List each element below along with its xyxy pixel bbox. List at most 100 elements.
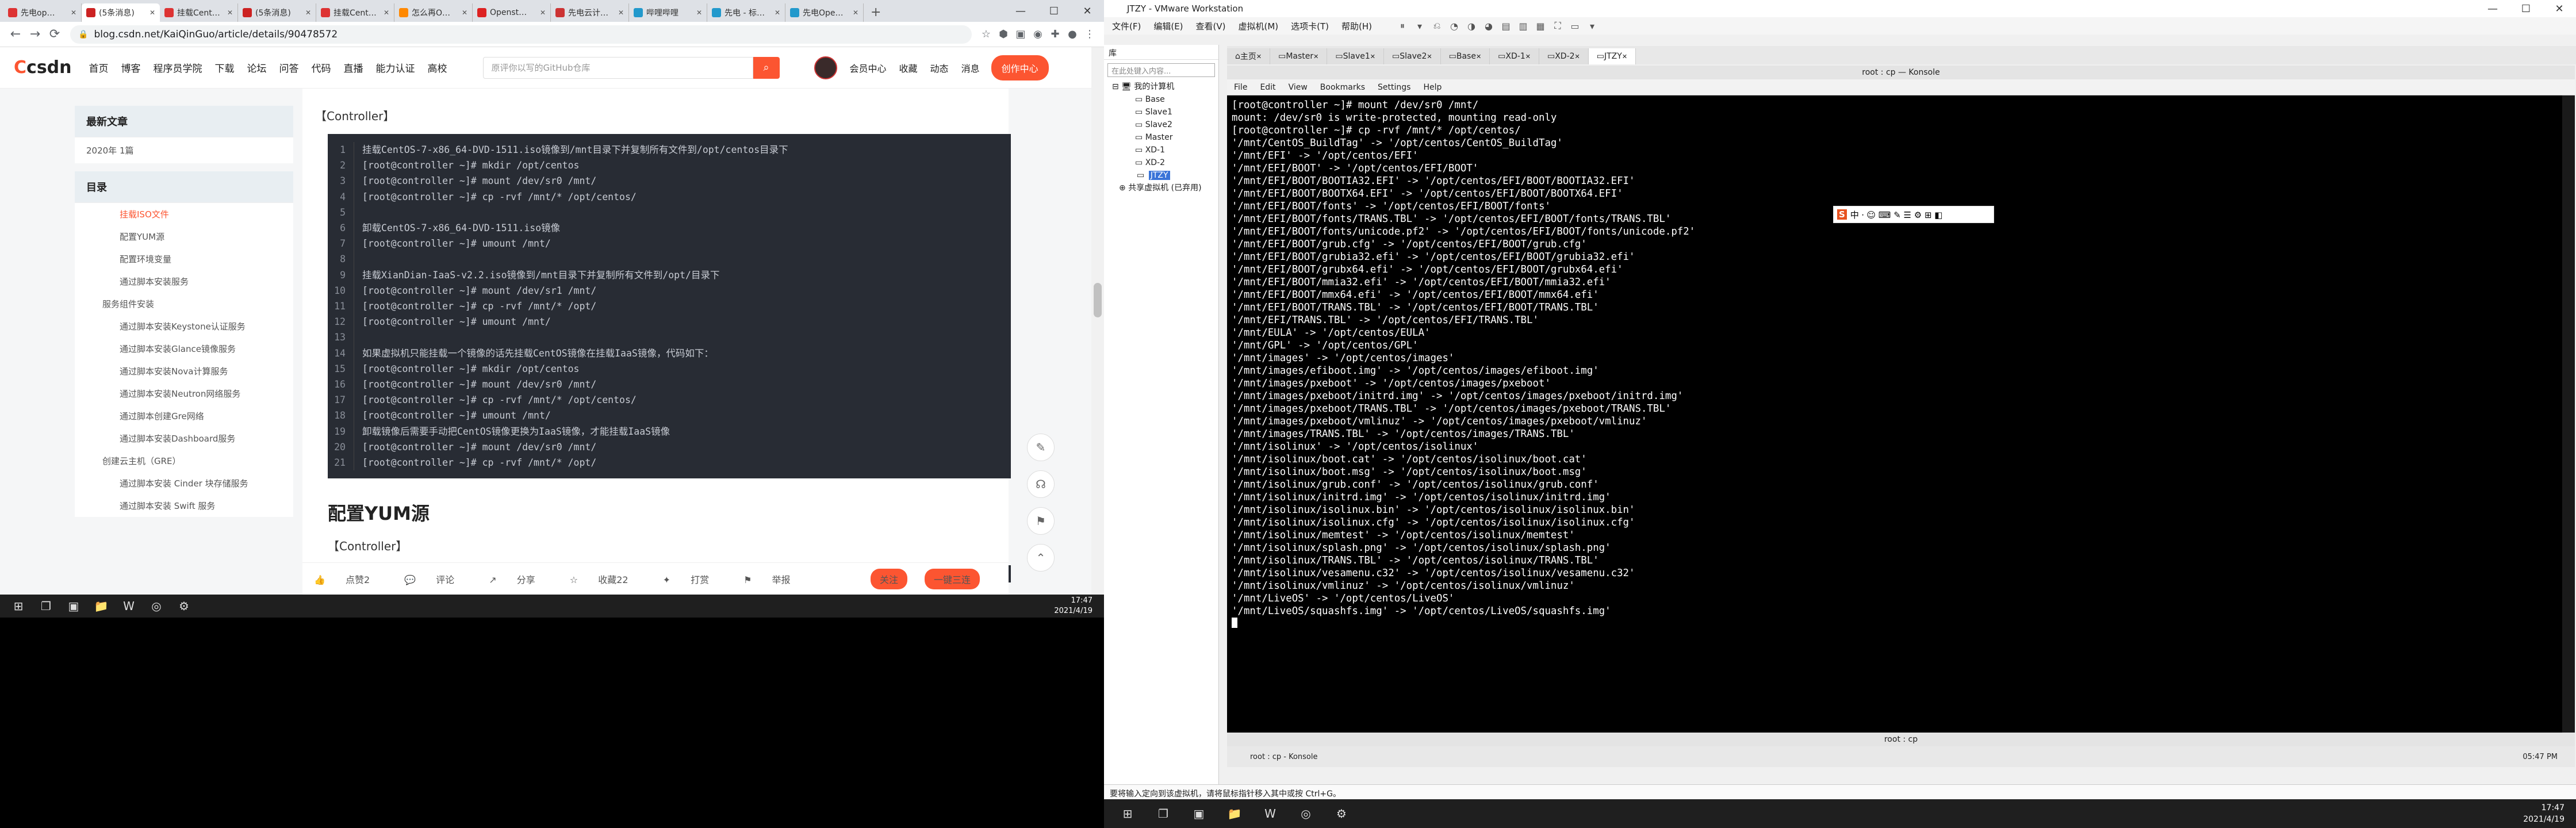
browser-tab[interactable]: 先电Ope… ✕: [785, 3, 864, 22]
terminal-scrollbar[interactable]: [2562, 95, 2575, 733]
toc-item[interactable]: 通过脚本创建Gre网络: [75, 405, 293, 427]
tree-vm[interactable]: ▭ Slave1: [1112, 106, 1218, 118]
konsole-menu-item[interactable]: Settings: [1378, 83, 1410, 92]
maximize-icon[interactable]: ☐: [2509, 3, 2543, 15]
chrome-icon[interactable]: ◎: [143, 595, 170, 618]
nav-link[interactable]: 问答: [279, 63, 299, 75]
browser-tab[interactable]: 哔哩哔哩 ✕: [629, 3, 707, 22]
new-tab-button[interactable]: +: [864, 5, 888, 22]
guest-task-item[interactable]: root : cp - Konsole: [1250, 753, 1317, 761]
report-icon[interactable]: ⚑: [1027, 507, 1055, 535]
menu-item[interactable]: 编辑(E): [1153, 20, 1183, 32]
close-icon[interactable]: ✕: [150, 9, 155, 17]
action-4[interactable]: ✦ 打赏: [663, 572, 727, 586]
toc-item[interactable]: 通过脚本安装 Cinder 块存储服务: [75, 472, 293, 494]
toolbar-icon[interactable]: ⏸: [1394, 20, 1411, 32]
vm-tab[interactable]: ▭ Base ✕: [1440, 48, 1490, 64]
chrome-icon[interactable]: ◎: [1288, 799, 1324, 828]
tree-vm[interactable]: ▭ XD-1: [1112, 144, 1218, 156]
close-icon[interactable]: ✕: [853, 9, 858, 17]
library-search-input[interactable]: 在此处键入内容...: [1107, 63, 1215, 77]
action-3[interactable]: ☆ 收藏22: [570, 572, 646, 586]
vmware-icon[interactable]: ▣: [1181, 799, 1217, 828]
close-icon[interactable]: ✕: [1476, 53, 1481, 60]
toolbar-icon[interactable]: ▦: [1532, 21, 1549, 32]
search-icon[interactable]: ⌕: [753, 56, 780, 79]
toolbar-icon[interactable]: ◔: [1446, 21, 1463, 32]
close-icon[interactable]: ✕: [696, 9, 702, 17]
tree-vm[interactable]: ▭ Master: [1112, 131, 1218, 144]
menu-icon[interactable]: ⋮: [1081, 28, 1098, 40]
windows-start-icon[interactable]: ⊞: [1110, 799, 1145, 828]
close-icon[interactable]: ✕: [1370, 53, 1375, 60]
close-icon[interactable]: ✕: [1313, 53, 1318, 60]
browser-tab[interactable]: 先电 - 标… ✕: [707, 3, 785, 22]
vm-tab[interactable]: ▭ JTZY ✕: [1588, 48, 1636, 64]
close-icon[interactable]: ✕: [1622, 53, 1627, 60]
guest-display[interactable]: root : cp — Konsole File Edit View Bookmark…: [1227, 66, 2575, 767]
search-input[interactable]: 原评你以写的GitHub仓库: [482, 56, 753, 79]
close-icon[interactable]: ✕: [618, 9, 624, 17]
nav-link[interactable]: 论坛: [247, 63, 267, 75]
close-icon[interactable]: ✕: [1071, 5, 1104, 17]
toc-item[interactable]: 通过脚本安装Dashboard服务: [75, 427, 293, 450]
nav-link[interactable]: 高校: [428, 63, 447, 75]
forward-icon[interactable]: →: [25, 27, 45, 41]
back-icon[interactable]: ←: [6, 27, 25, 41]
browser-tab[interactable]: Openst… ✕: [473, 3, 551, 22]
toolbar-icon[interactable]: ◕: [1480, 21, 1497, 32]
browser-tab[interactable]: 怎么再O… ✕: [394, 3, 473, 22]
tree-vm[interactable]: ▭ XD-2: [1112, 156, 1218, 169]
tree-vm[interactable]: ▭ Base: [1112, 93, 1218, 106]
reload-icon[interactable]: ⟳: [45, 27, 64, 41]
menu-item[interactable]: 选项卡(T): [1291, 20, 1329, 32]
toc-item[interactable]: 服务组件安装: [75, 293, 293, 315]
clock[interactable]: 17:47 2021/4/19: [2523, 802, 2576, 825]
page-scrollbar[interactable]: [1091, 47, 1104, 595]
nav-link[interactable]: 下载: [215, 63, 235, 75]
tree-shared[interactable]: ⊕ 共享虚拟机 (已弃用): [1112, 182, 1218, 194]
vm-tab[interactable]: ▭ Slave2 ✕: [1384, 48, 1441, 64]
tree-vm[interactable]: ▭ Slave2: [1112, 118, 1218, 131]
close-icon[interactable]: ✕: [1427, 53, 1432, 60]
toc-item[interactable]: 创建云主机（GRE）: [75, 450, 293, 472]
close-icon[interactable]: ✕: [1575, 53, 1580, 60]
toc-item[interactable]: 配置YUM源: [75, 225, 293, 248]
toc-item[interactable]: 通过脚本安装Neutron网络服务: [75, 382, 293, 405]
clock[interactable]: 17:47 2021/4/19: [1054, 596, 1104, 616]
nav-link[interactable]: 代码: [312, 63, 331, 75]
close-icon[interactable]: ✕: [384, 9, 389, 17]
toolbar-icon[interactable]: ◑: [1463, 21, 1480, 32]
minimize-icon[interactable]: —: [1004, 5, 1037, 17]
minimize-icon[interactable]: —: [2476, 3, 2509, 15]
browser-tab[interactable]: 先电云计… ✕: [551, 3, 629, 22]
user-nav-link[interactable]: 消息: [961, 63, 980, 74]
windows-start-icon[interactable]: ⊞: [5, 595, 32, 618]
folder-icon[interactable]: 📁: [1217, 799, 1252, 828]
maximize-icon[interactable]: ☐: [1037, 5, 1071, 17]
menu-item[interactable]: 虚拟机(M): [1239, 20, 1279, 32]
toc-item[interactable]: 通过脚本安装 Swift 服务: [75, 494, 293, 517]
close-icon[interactable]: ✕: [71, 9, 76, 17]
konsole-menu-item[interactable]: File: [1234, 83, 1247, 92]
task-view-icon[interactable]: ❐: [32, 595, 60, 618]
extension-icon[interactable]: ▣: [1012, 28, 1029, 40]
action-0[interactable]: 👍 点赞2: [314, 572, 387, 586]
nav-link[interactable]: 首页: [89, 63, 109, 75]
close-icon[interactable]: ✕: [540, 9, 546, 17]
close-icon[interactable]: ✕: [305, 9, 311, 17]
user-nav-link[interactable]: 收藏: [899, 63, 918, 74]
toc-item[interactable]: 挂载ISO文件: [75, 203, 293, 225]
one-key-triple-button[interactable]: 一键三连: [924, 568, 980, 589]
extension-icon[interactable]: ⬢: [995, 28, 1012, 40]
profile-icon[interactable]: ●: [1064, 28, 1081, 40]
toc-item[interactable]: 通过脚本安装服务: [75, 270, 293, 293]
close-icon[interactable]: ✕: [462, 9, 467, 17]
extension-icon[interactable]: ◉: [1029, 28, 1046, 40]
word-icon[interactable]: W: [1252, 799, 1288, 828]
tree-vm[interactable]: ▭ JTZY: [1112, 169, 1218, 182]
star-icon[interactable]: ☆: [977, 28, 995, 40]
back-to-top-icon[interactable]: ⌃: [1027, 544, 1055, 572]
menu-item[interactable]: 查看(V): [1196, 20, 1226, 32]
nav-link[interactable]: 博客: [121, 63, 141, 75]
